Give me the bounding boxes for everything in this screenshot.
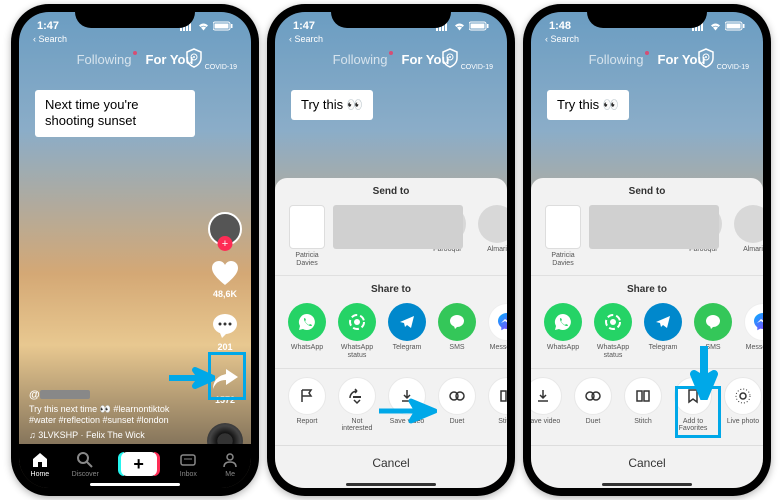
annotation-arrow-icon bbox=[167, 364, 215, 392]
action-duet[interactable]: Duet bbox=[437, 377, 477, 433]
notch bbox=[587, 4, 707, 28]
share-messenger[interactable]: Messenger bbox=[487, 303, 507, 359]
battery-icon bbox=[213, 21, 233, 31]
create-button[interactable]: + bbox=[121, 452, 157, 476]
share-whatsapp-status[interactable]: WhatsApp status bbox=[337, 303, 377, 359]
screen: 1:47 ‹ Search Following For You COVID-19… bbox=[275, 12, 507, 488]
notch bbox=[75, 4, 195, 28]
not-interested-icon bbox=[338, 377, 376, 415]
creator-avatar[interactable] bbox=[208, 212, 242, 246]
action-save-video[interactable]: Save video bbox=[531, 377, 563, 433]
screen: 1:47 ‹ Search Following For You COVID-19… bbox=[19, 12, 251, 488]
whatsapp-status-icon bbox=[338, 303, 376, 341]
status-time: 1:47 bbox=[37, 20, 59, 32]
tab-following[interactable]: Following bbox=[589, 52, 644, 67]
wifi-icon bbox=[197, 22, 210, 31]
back-search[interactable]: ‹ Search bbox=[545, 34, 579, 44]
tab-bar: Home Discover + Inbox Me bbox=[19, 444, 251, 488]
comment-icon bbox=[212, 313, 238, 339]
action-stitch[interactable]: Stitch bbox=[487, 377, 507, 433]
contact-avatar bbox=[289, 205, 325, 249]
back-search[interactable]: ‹ Search bbox=[289, 34, 323, 44]
notch bbox=[331, 4, 451, 28]
home-indicator[interactable] bbox=[90, 483, 180, 486]
tab-inbox[interactable]: Inbox bbox=[178, 450, 198, 478]
tab-following[interactable]: Following bbox=[333, 52, 388, 67]
cancel-button[interactable]: Cancel bbox=[531, 445, 763, 480]
music-info[interactable]: ♫ 3LVKSHP · Felix The Wick bbox=[29, 430, 191, 440]
share-telegram[interactable]: Telegram bbox=[387, 303, 427, 359]
action-live-photo[interactable]: Live photo bbox=[723, 377, 763, 433]
share-whatsapp-status[interactable]: WhatsApp status bbox=[593, 303, 633, 359]
status-time: 1:47 bbox=[293, 20, 315, 32]
share-whatsapp[interactable]: WhatsApp bbox=[543, 303, 583, 359]
tab-discover[interactable]: Discover bbox=[72, 450, 99, 478]
contact-avatar bbox=[478, 205, 507, 243]
contact-item[interactable]: Almari bbox=[477, 205, 507, 267]
inbox-icon bbox=[179, 451, 197, 469]
comment-button[interactable]: 201 bbox=[210, 311, 240, 352]
video-info: @ Try this next time 👀 #learnontiktok #w… bbox=[29, 389, 191, 440]
share-sms[interactable]: SMS bbox=[437, 303, 477, 359]
sendto-title: Send to bbox=[531, 186, 763, 197]
stitch-icon bbox=[624, 377, 662, 415]
annotation-arrow-icon bbox=[687, 344, 721, 400]
heart-icon bbox=[211, 260, 239, 286]
home-indicator[interactable] bbox=[346, 483, 436, 486]
share-messenger[interactable]: Messenger bbox=[743, 303, 763, 359]
redacted-area bbox=[333, 205, 463, 249]
phone-1: 1:47 ‹ Search Following For You COVID-19… bbox=[11, 4, 259, 496]
tab-following[interactable]: Following bbox=[77, 52, 132, 67]
contact-item[interactable]: Almari bbox=[733, 205, 763, 267]
stitch-icon bbox=[488, 377, 507, 415]
covid-badge[interactable]: COVID-19 bbox=[697, 48, 749, 71]
action-report[interactable]: Report bbox=[287, 377, 327, 433]
search-icon bbox=[76, 451, 94, 469]
duet-icon bbox=[574, 377, 612, 415]
video-caption: Next time you're shooting sunset bbox=[35, 90, 195, 137]
share-whatsapp[interactable]: WhatsApp bbox=[287, 303, 327, 359]
shareto-title: Share to bbox=[275, 284, 507, 295]
redacted-area bbox=[589, 205, 719, 249]
contact-item[interactable]: Patricia Davies bbox=[287, 205, 327, 267]
cancel-button[interactable]: Cancel bbox=[275, 445, 507, 480]
shield-icon bbox=[185, 48, 203, 68]
share-sheet: Send to Patricia Davies Farooqui Almari … bbox=[275, 178, 507, 488]
video-caption: Try this 👀 bbox=[291, 90, 373, 120]
tab-me[interactable]: Me bbox=[220, 450, 240, 478]
download-icon bbox=[531, 377, 562, 415]
person-icon bbox=[221, 451, 239, 469]
home-icon bbox=[31, 451, 49, 469]
duet-icon bbox=[438, 377, 476, 415]
covid-badge[interactable]: COVID-19 bbox=[441, 48, 493, 71]
action-bar: 48,6K 201 1572 bbox=[207, 212, 243, 459]
home-indicator[interactable] bbox=[602, 483, 692, 486]
sendto-title: Send to bbox=[275, 186, 507, 197]
action-duet[interactable]: Duet bbox=[573, 377, 613, 433]
action-not-interested[interactable]: Not interested bbox=[337, 377, 377, 433]
whatsapp-icon bbox=[288, 303, 326, 341]
back-search[interactable]: ‹ Search bbox=[33, 34, 67, 44]
action-stitch[interactable]: Stitch bbox=[623, 377, 663, 433]
video-description: Try this next time 👀 #learnontiktok #wat… bbox=[29, 404, 191, 427]
share-sheet: Send to Patricia Davies Farooqui Almari … bbox=[531, 178, 763, 488]
phone-3: 1:48 ‹ Search Following For You COVID-19… bbox=[523, 4, 771, 496]
contact-item[interactable]: Patricia Davies bbox=[543, 205, 583, 267]
video-caption: Try this 👀 bbox=[547, 90, 629, 120]
status-time: 1:48 bbox=[549, 20, 571, 32]
like-button[interactable]: 48,6K bbox=[210, 258, 240, 299]
report-icon bbox=[288, 377, 326, 415]
tab-home[interactable]: Home bbox=[30, 450, 50, 478]
shareto-title: Share to bbox=[531, 284, 763, 295]
sms-icon bbox=[438, 303, 476, 341]
messenger-icon bbox=[488, 303, 507, 341]
phone-2: 1:47 ‹ Search Following For You COVID-19… bbox=[267, 4, 515, 496]
live-photo-icon bbox=[724, 377, 762, 415]
annotation-arrow-icon bbox=[377, 396, 437, 426]
covid-badge[interactable]: COVID-19 bbox=[185, 48, 237, 71]
screen: 1:48 ‹ Search Following For You COVID-19… bbox=[531, 12, 763, 488]
share-telegram[interactable]: Telegram bbox=[643, 303, 683, 359]
telegram-icon bbox=[388, 303, 426, 341]
